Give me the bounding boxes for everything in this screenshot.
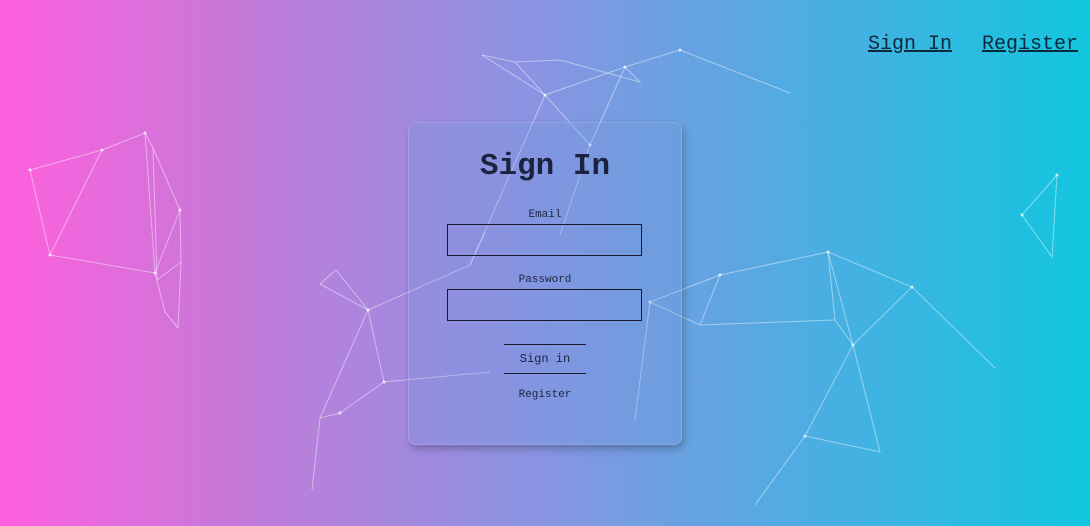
email-field[interactable] xyxy=(447,224,642,256)
page-title: Sign In xyxy=(479,149,611,184)
nav-register-link[interactable]: Register xyxy=(982,33,1078,56)
sign-in-button[interactable]: Sign in xyxy=(504,344,586,374)
top-nav: Sign In Register xyxy=(868,33,1078,56)
sign-in-card: Sign In Email Password Sign in Register xyxy=(408,122,682,445)
register-link[interactable]: Register xyxy=(409,389,681,401)
password-label: Password xyxy=(518,274,572,286)
email-label: Email xyxy=(528,209,562,221)
password-field[interactable] xyxy=(447,289,642,321)
nav-sign-in-link[interactable]: Sign In xyxy=(868,33,952,56)
